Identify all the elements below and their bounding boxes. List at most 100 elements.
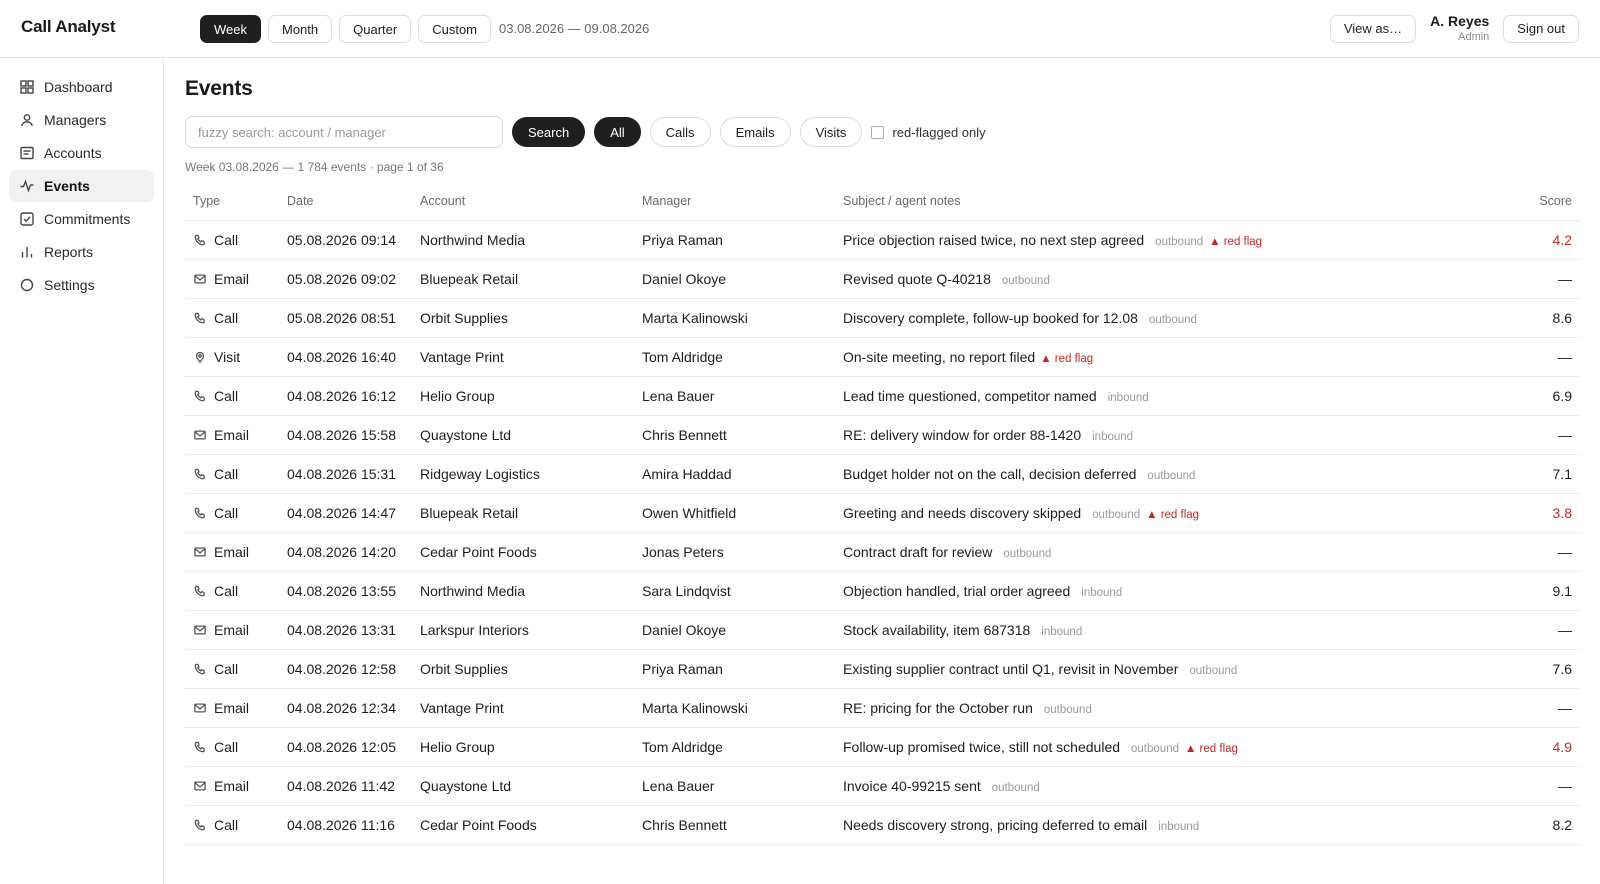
subject-text: Existing supplier contract until Q1, rev… [843,661,1179,677]
sidebar-item-label: Reports [44,244,94,260]
table-row[interactable]: Call 05.08.2026 09:14 Northwind Media Priya… [185,221,1580,260]
cell-score: 4.9 [1552,739,1572,755]
table-row[interactable]: Visit 04.08.2026 16:40 Vantage Print Tom Al… [185,338,1580,377]
cell-subject: Revised quote Q-40218 outbound [843,271,1520,287]
cell-type: Call [185,388,287,404]
table-row[interactable]: Call 04.08.2026 16:12 Helio Group Lena Baue… [185,377,1580,416]
sign-out-button[interactable]: Sign out [1503,14,1579,43]
phone-icon [193,740,207,754]
column-header-date[interactable]: Date [287,194,420,208]
sidebar-item-reports[interactable]: Reports [9,236,154,268]
search-button[interactable]: Search [512,117,586,147]
cell-score: — [1558,271,1572,287]
cell-score: — [1558,700,1572,716]
range-custom-button[interactable]: Custom [418,15,492,43]
sidebar-item-settings[interactable]: Settings [9,269,154,301]
sidebar-item-events[interactable]: Events [9,170,154,202]
filter-visits-button[interactable]: Visits [799,117,863,147]
cell-type: Call [185,739,287,755]
direction-tag: outbound [991,782,1040,794]
column-header-type[interactable]: Type [185,194,287,208]
table-row[interactable]: Email 05.08.2026 09:02 Bluepeak Retail Dani… [185,260,1580,299]
cell-type: Email [185,778,287,794]
sidebar-item-commitments[interactable]: Commitments [9,203,154,235]
cell-score: 6.9 [1552,388,1572,404]
cell-subject: Objection handled, trial order agreed inb… [843,583,1520,599]
table-row[interactable]: Email 04.08.2026 11:42 Quaystone Ltd Lena B… [185,767,1580,806]
direction-tag: inbound [1158,821,1200,833]
filter-calls-button[interactable]: Calls [649,117,711,147]
table-row[interactable]: Call 04.08.2026 13:55 Northwind Media Sara … [185,572,1580,611]
cell-subject: Greeting and needs discovery skipped outb… [843,505,1520,521]
subject-text: Budget holder not on the call, decision … [843,466,1137,482]
table-row[interactable]: Email 04.08.2026 12:34 Vantage Print Marta … [185,689,1580,728]
cell-subject: Budget holder not on the call, decision … [843,466,1520,482]
type-label: Call [214,817,239,833]
view-as-button[interactable]: View as… [1329,14,1417,43]
cell-account: Quaystone Ltd [420,778,512,794]
direction-tag: outbound [1147,470,1196,482]
table-row[interactable]: Call 05.08.2026 08:51 Orbit Supplies Marta … [185,299,1580,338]
table-row[interactable]: Call 04.08.2026 12:05 Helio Group Tom Aldri… [185,728,1580,767]
table-row[interactable]: Email 04.08.2026 14:20 Cedar Point Foods Jo… [185,533,1580,572]
cell-account: Ridgeway Logistics [420,466,540,482]
cell-type: Email [185,700,287,716]
sidebar-item-dashboard[interactable]: Dashboard [9,71,154,103]
table-row[interactable]: Email 04.08.2026 13:31 Larkspur Interiors D… [185,611,1580,650]
circle-icon [20,278,34,292]
type-filters: All Calls Emails Visits [585,117,863,147]
range-week-button[interactable]: Week [200,15,261,43]
cell-score: 8.2 [1552,817,1572,833]
filter-all-button[interactable]: All [594,117,641,147]
direction-tag: outbound [1148,314,1197,326]
cell-manager: Jonas Peters [642,544,724,560]
table-row[interactable]: Call 04.08.2026 14:47 Bluepeak Retail Owen … [185,494,1580,533]
cell-type: Email [185,544,287,560]
sidebar-item-accounts[interactable]: Accounts [9,137,154,169]
mail-icon [193,701,207,715]
table-row[interactable]: Call 04.08.2026 11:16 Cedar Point Foods Chr… [185,806,1580,845]
phone-icon [193,467,207,481]
cell-account: Larkspur Interiors [420,622,529,638]
cell-score: 8.6 [1552,310,1572,326]
table-row[interactable]: Call 04.08.2026 15:31 Ridgeway Logistics Am… [185,455,1580,494]
subject-text: Invoice 40-99215 sent [843,778,981,794]
cell-date: 04.08.2026 12:58 [287,661,396,677]
cell-date: 04.08.2026 13:31 [287,622,396,638]
cell-account: Bluepeak Retail [420,271,519,287]
filter-emails-button[interactable]: Emails [719,117,791,147]
cell-score: — [1558,427,1572,443]
cell-subject: RE: pricing for the October run outbound [843,700,1520,716]
sidebar-item-managers[interactable]: Managers [9,104,154,136]
red-flag-filter[interactable]: red-flagged only [871,125,986,140]
column-header-subject[interactable]: Subject / agent notes [843,194,1520,208]
column-header-score[interactable]: Score [1520,194,1580,208]
cell-account: Vantage Print [420,349,504,365]
cell-manager: Priya Raman [642,661,723,677]
phone-icon [193,506,207,520]
red-flag-checkbox[interactable] [871,125,885,139]
range-month-button[interactable]: Month [268,15,333,43]
type-label: Email [214,622,250,638]
cell-account: Helio Group [420,388,495,404]
subject-text: RE: delivery window for order 88-1420 [843,427,1082,443]
table-row[interactable]: Email 04.08.2026 15:58 Quaystone Ltd Chris … [185,416,1580,455]
cell-subject: Stock availability, item 687318 inbound [843,622,1520,638]
bar-chart-icon [20,245,34,259]
cell-date: 05.08.2026 08:51 [287,310,396,326]
direction-tag: inbound [1081,587,1123,599]
search-input[interactable] [185,116,503,148]
cell-date: 04.08.2026 15:58 [287,427,396,443]
sidebar-item-label: Accounts [44,145,102,161]
cell-manager: Amira Haddad [642,466,732,482]
column-header-account[interactable]: Account [420,194,642,208]
range-quarter-button[interactable]: Quarter [339,15,412,43]
user-controls: View as… A. Reyes Admin Sign out [1329,13,1579,43]
cell-subject: RE: delivery window for order 88-1420 inb… [843,427,1520,443]
results-summary: Week 03.08.2026 — 1 784 events · page 1 … [185,160,444,174]
mail-icon [193,272,207,286]
mail-icon [193,623,207,637]
table-row[interactable]: Call 04.08.2026 12:58 Orbit Supplies Priya … [185,650,1580,689]
phone-icon [193,233,207,247]
column-header-manager[interactable]: Manager [642,194,843,208]
